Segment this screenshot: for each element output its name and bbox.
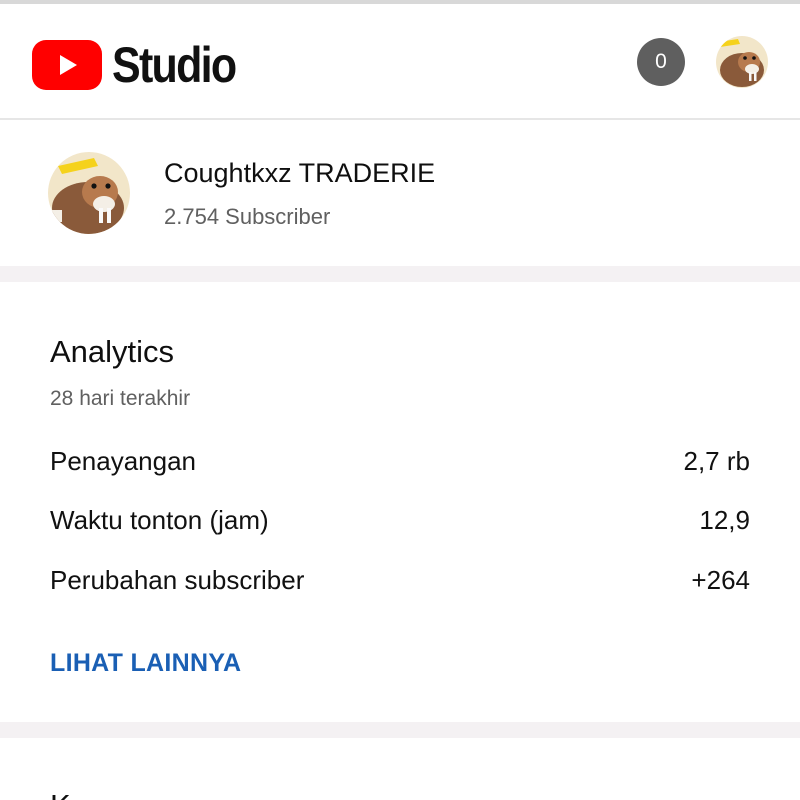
metric-label: Penayangan	[50, 445, 197, 476]
next-card-title: K	[50, 788, 71, 800]
account-avatar[interactable]	[716, 36, 768, 88]
logo-text: Studio	[112, 37, 237, 93]
metric-row-views: Penayangan 2,7 rb	[50, 441, 750, 481]
next-card: K	[0, 738, 800, 800]
metric-value: 12,9	[699, 504, 750, 535]
channel-card[interactable]: Coughtkxz TRADERIE 2.754 Subscriber	[0, 120, 800, 266]
section-gap	[0, 722, 800, 738]
see-more-link[interactable]: LIHAT LAINNYA	[50, 649, 241, 678]
channel-avatar[interactable]	[48, 152, 130, 234]
notification-count: 0	[655, 50, 667, 73]
subscriber-count: 2.754 Subscriber	[164, 204, 331, 229]
analytics-title: Analytics	[50, 334, 175, 369]
channel-name: Coughtkxz TRADERIE	[164, 158, 436, 188]
metric-value: +264	[691, 564, 750, 595]
metric-label: Perubahan subscriber	[50, 564, 305, 595]
walrus-avatar-icon	[48, 152, 130, 234]
analytics-period: 28 hari terakhir	[50, 387, 191, 410]
walrus-avatar-icon	[716, 36, 768, 88]
app-header: Studio 0	[0, 4, 800, 118]
metric-value: 2,7 rb	[683, 445, 751, 476]
metric-row-subscriber-change: Perubahan subscriber +264	[50, 560, 750, 600]
studio-logo[interactable]: Studio	[32, 36, 256, 94]
youtube-play-icon	[32, 40, 102, 90]
notification-badge[interactable]: 0	[637, 38, 685, 86]
analytics-card: Analytics 28 hari terakhir Penayangan 2,…	[0, 282, 800, 722]
metric-row-watch-time: Waktu tonton (jam) 12,9	[50, 500, 750, 540]
section-gap	[0, 266, 800, 282]
metric-label: Waktu tonton (jam)	[50, 504, 269, 535]
